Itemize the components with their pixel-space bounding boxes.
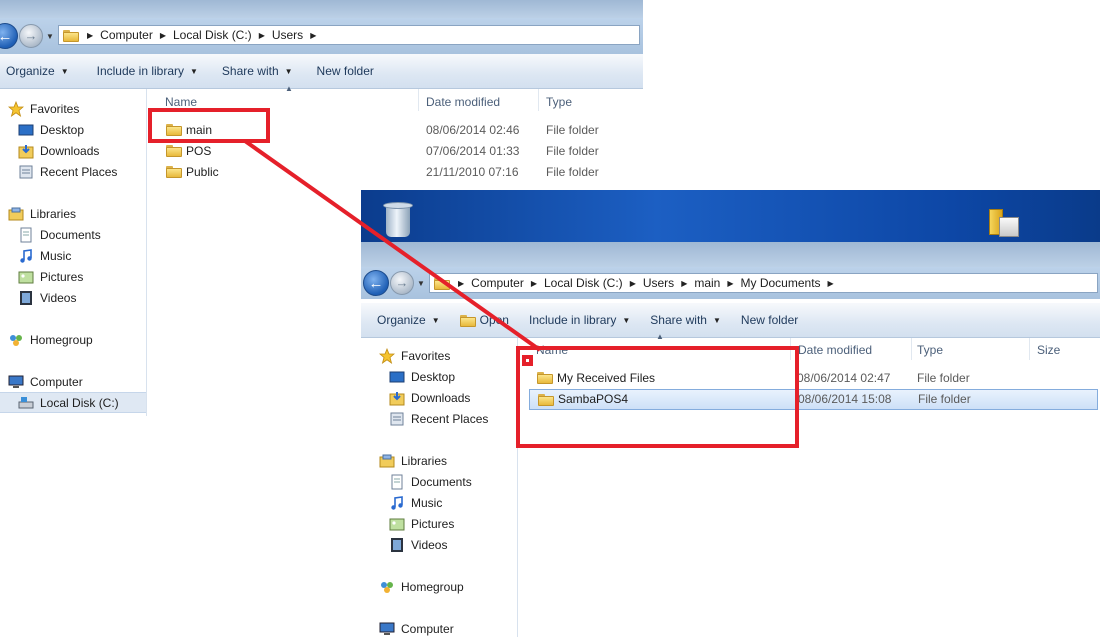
annotation-marker bbox=[522, 355, 533, 366]
annotation-connector-line bbox=[243, 139, 542, 352]
annotation-box-main bbox=[148, 108, 270, 143]
annotation-box-folder-list bbox=[516, 346, 799, 448]
